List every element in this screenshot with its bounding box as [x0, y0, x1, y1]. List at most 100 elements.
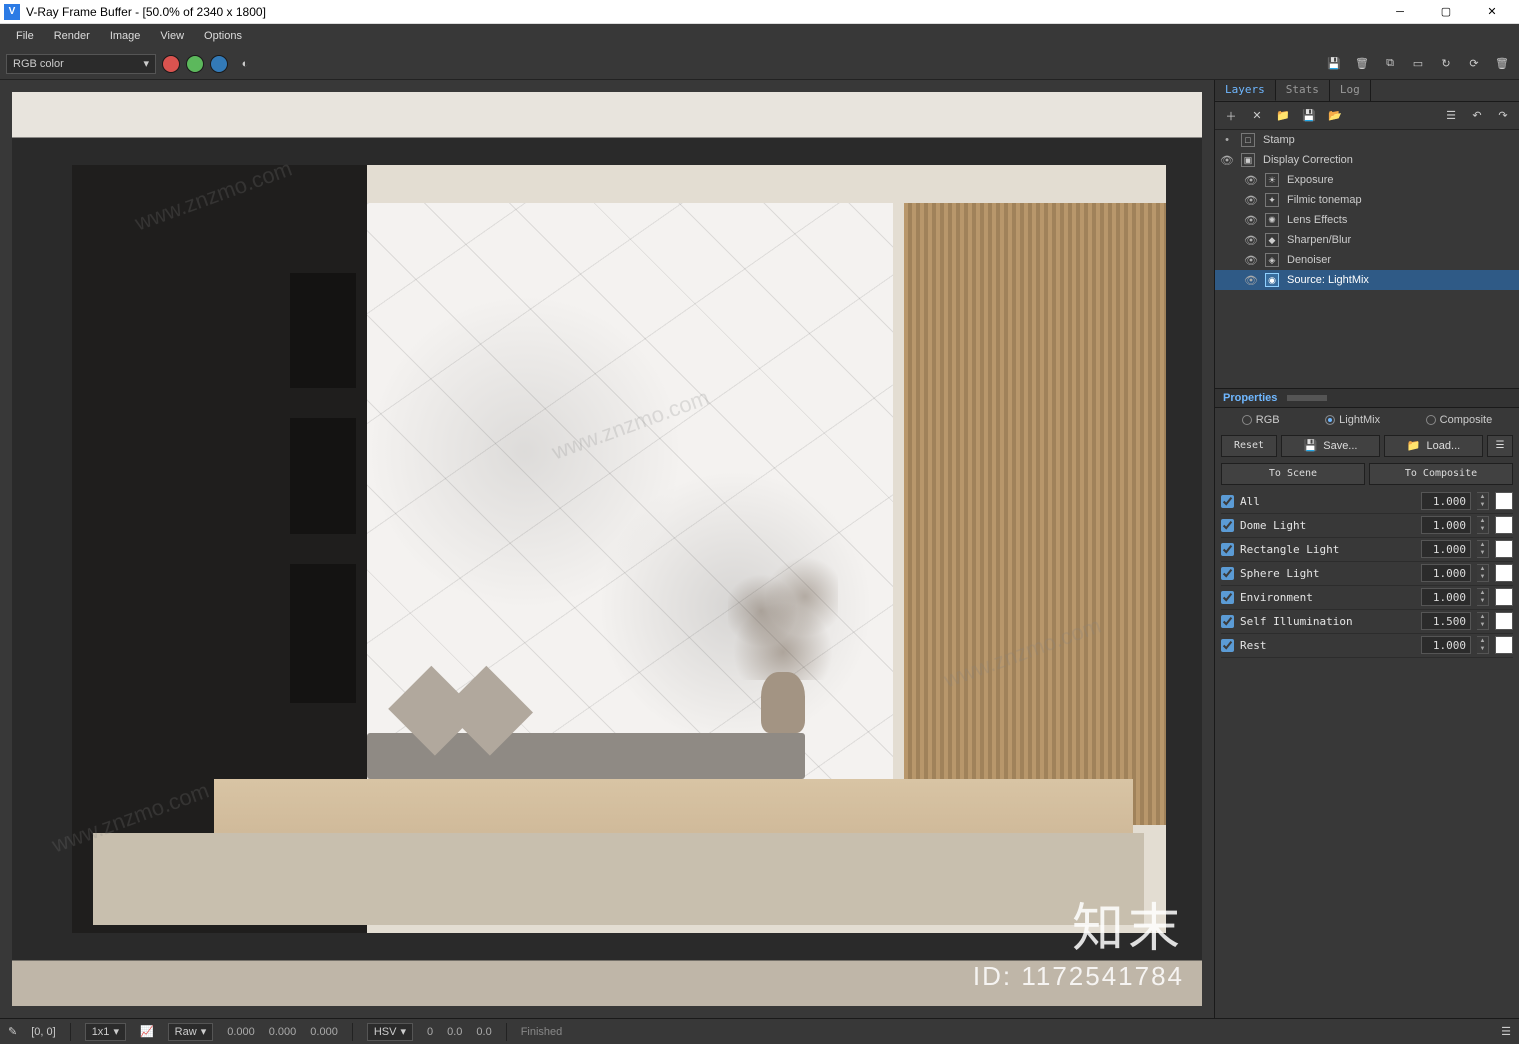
eye-icon[interactable]: 👁 — [1243, 254, 1259, 267]
spinner[interactable]: ▲▼ — [1477, 588, 1489, 606]
light-multiplier[interactable]: 1.000 — [1421, 564, 1471, 582]
menu-view[interactable]: View — [150, 27, 194, 45]
menu-options[interactable]: Options — [194, 27, 252, 45]
load-preset-button[interactable]: 📁 Load... — [1384, 435, 1483, 457]
green-channel-button[interactable] — [186, 55, 204, 73]
to-composite-button[interactable]: To Composite — [1369, 463, 1513, 485]
save-preset-button[interactable]: 💾 Save... — [1281, 435, 1380, 457]
light-enable-checkbox[interactable] — [1221, 639, 1234, 652]
light-color-swatch[interactable] — [1495, 588, 1513, 606]
window-title: V-Ray Frame Buffer - [50.0% of 2340 x 18… — [26, 5, 1377, 19]
spinner[interactable]: ▲▼ — [1477, 636, 1489, 654]
mode2-dropdown[interactable]: HSV▾ — [367, 1023, 413, 1041]
region-render-button[interactable]: ▭ — [1407, 53, 1429, 75]
mode1-dropdown[interactable]: Raw▾ — [168, 1023, 214, 1041]
radio-lightmix[interactable]: LightMix — [1325, 414, 1380, 426]
load-preset-button[interactable]: 📂 — [1325, 106, 1345, 126]
clear-image-button[interactable]: 🗑 — [1351, 53, 1373, 75]
layer-source-lightmix[interactable]: 👁 ◉ Source: LightMix — [1215, 270, 1519, 290]
redo-button[interactable]: ↷ — [1493, 106, 1513, 126]
layer-stamp[interactable]: • □ Stamp — [1215, 130, 1519, 150]
delete-layer-button[interactable]: ✕ — [1247, 106, 1267, 126]
spinner[interactable]: ▲▼ — [1477, 564, 1489, 582]
red-channel-button[interactable] — [162, 55, 180, 73]
light-multiplier[interactable]: 1.000 — [1421, 492, 1471, 510]
eye-icon[interactable]: 👁 — [1243, 234, 1259, 247]
light-enable-checkbox[interactable] — [1221, 591, 1234, 604]
spinner[interactable]: ▲▼ — [1477, 492, 1489, 510]
layer-exposure[interactable]: 👁 ☀ Exposure — [1215, 170, 1519, 190]
eye-icon[interactable]: 👁 — [1243, 174, 1259, 187]
menubar: File Render Image View Options — [0, 24, 1519, 48]
layer-sharpen[interactable]: 👁 ◆ Sharpen/Blur — [1215, 230, 1519, 250]
light-multiplier[interactable]: 1.500 — [1421, 612, 1471, 630]
eye-icon[interactable]: • — [1219, 134, 1235, 146]
region-size-dropdown[interactable]: 1x1▾ — [85, 1023, 126, 1041]
pick-color-button[interactable]: ✎ — [8, 1025, 17, 1038]
viewport[interactable]: www.znzmo.com www.znzmo.com www.znzmo.co… — [0, 80, 1214, 1018]
mono-channel-button[interactable]: ◐ — [234, 53, 256, 75]
light-enable-checkbox[interactable] — [1221, 495, 1234, 508]
light-color-swatch[interactable] — [1495, 612, 1513, 630]
titlebar: V V-Ray Frame Buffer - [50.0% of 2340 x … — [0, 0, 1519, 24]
minimize-button[interactable]: ─ — [1377, 0, 1423, 24]
menu-render[interactable]: Render — [44, 27, 100, 45]
watermark: 知末 ID: 1172541784 — [973, 886, 1184, 992]
render-canvas[interactable]: www.znzmo.com www.znzmo.com www.znzmo.co… — [12, 92, 1202, 1006]
light-multiplier[interactable]: 1.000 — [1421, 516, 1471, 534]
light-enable-checkbox[interactable] — [1221, 615, 1234, 628]
layer-filmic[interactable]: 👁 ✦ Filmic tonemap — [1215, 190, 1519, 210]
to-scene-button[interactable]: To Scene — [1221, 463, 1365, 485]
link-pdplayer-button[interactable]: ⧉ — [1379, 53, 1401, 75]
tab-layers[interactable]: Layers — [1215, 80, 1276, 101]
light-enable-checkbox[interactable] — [1221, 519, 1234, 532]
light-color-swatch[interactable] — [1495, 516, 1513, 534]
radio-composite[interactable]: Composite — [1426, 414, 1493, 426]
list-menu-button[interactable]: ☰ — [1441, 106, 1461, 126]
graph-icon[interactable]: 📈 — [140, 1025, 154, 1038]
save-preset-button[interactable]: 💾 — [1299, 106, 1319, 126]
blue-channel-button[interactable] — [210, 55, 228, 73]
layer-lens-effects[interactable]: 👁 ✺ Lens Effects — [1215, 210, 1519, 230]
save-image-button[interactable]: 💾 — [1323, 53, 1345, 75]
undo-button[interactable]: ↶ — [1467, 106, 1487, 126]
channel-dropdown[interactable]: RGB color ▾ — [6, 54, 156, 74]
menu-file[interactable]: File — [6, 27, 44, 45]
spinner[interactable]: ▲▼ — [1477, 612, 1489, 630]
eye-icon[interactable]: 👁 — [1243, 274, 1259, 287]
light-multiplier[interactable]: 1.000 — [1421, 636, 1471, 654]
new-layer-button[interactable]: ＋ — [1221, 106, 1241, 126]
light-color-swatch[interactable] — [1495, 492, 1513, 510]
reset-button[interactable]: Reset — [1221, 435, 1277, 457]
eye-icon[interactable]: 👁 — [1243, 214, 1259, 227]
open-lens-button[interactable]: ⟳ — [1463, 53, 1485, 75]
layer-denoiser[interactable]: 👁 ◈ Denoiser — [1215, 250, 1519, 270]
panel-drag-handle[interactable] — [1287, 395, 1327, 401]
options-menu-button[interactable]: ☰ — [1487, 435, 1513, 457]
light-enable-checkbox[interactable] — [1221, 543, 1234, 556]
expand-statusbar-button[interactable]: ☰ — [1501, 1025, 1511, 1038]
layers-toolbar: ＋ ✕ 📁 💾 📂 ☰ ↶ ↷ — [1215, 102, 1519, 130]
light-multiplier[interactable]: 1.000 — [1421, 588, 1471, 606]
clear-history-button[interactable]: 🗑 — [1491, 53, 1513, 75]
eye-icon[interactable]: 👁 — [1243, 194, 1259, 207]
light-color-swatch[interactable] — [1495, 564, 1513, 582]
folder-button[interactable]: 📁 — [1273, 106, 1293, 126]
light-multiplier[interactable]: 1.000 — [1421, 540, 1471, 558]
menu-image[interactable]: Image — [100, 27, 151, 45]
light-color-swatch[interactable] — [1495, 636, 1513, 654]
spinner[interactable]: ▲▼ — [1477, 516, 1489, 534]
maximize-button[interactable]: ▢ — [1423, 0, 1469, 24]
spinner[interactable]: ▲▼ — [1477, 540, 1489, 558]
light-enable-checkbox[interactable] — [1221, 567, 1234, 580]
tab-log[interactable]: Log — [1330, 80, 1371, 101]
light-color-swatch[interactable] — [1495, 540, 1513, 558]
layer-display-correction[interactable]: 👁 ▣ Display Correction — [1215, 150, 1519, 170]
toolbar: RGB color ▾ ◐ 💾 🗑 ⧉ ▭ ↻ ⟳ 🗑 — [0, 48, 1519, 80]
tab-stats[interactable]: Stats — [1276, 80, 1330, 101]
close-button[interactable]: ✕ — [1469, 0, 1515, 24]
track-mouse-button[interactable]: ↻ — [1435, 53, 1457, 75]
eye-icon[interactable]: 👁 — [1219, 154, 1235, 167]
channel-value: RGB color — [13, 58, 64, 70]
radio-rgb[interactable]: RGB — [1242, 414, 1280, 426]
